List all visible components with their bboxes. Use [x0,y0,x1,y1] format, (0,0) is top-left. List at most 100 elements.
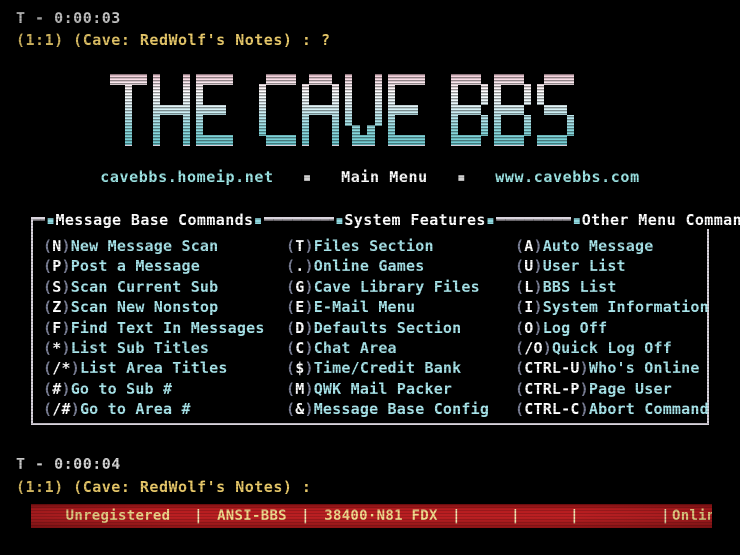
menu-key-paren-close: ) [579,400,589,419]
menu-item-label: System Information [542,298,709,317]
menu-item[interactable]: (/*)List Area Titles [43,358,286,378]
menu-item[interactable]: (Z)Scan New Nonstop [43,297,286,317]
menu-item-label: Scan Current Sub [70,277,219,296]
menu-key-paren-close: ) [533,277,543,296]
menu-item-label: Auto Message [542,237,654,255]
subtitle-bar: cavebbs.homeip.net ▪ Main Menu ▪ www.cav… [0,168,740,186]
status-cell: ANSI-BBS [217,508,287,524]
menu-item[interactable]: (O)Log Off [515,318,703,338]
menu-item[interactable]: (I)System Information [515,297,709,317]
menu-key-paren-close: ) [70,359,80,378]
menu-item[interactable]: (CTRL-U)Who's Online [515,358,703,378]
terminal-prompt-top: (1:1) (Cave: RedWolf's Notes) : ? [16,31,331,49]
menu-item[interactable]: (*)List Sub Titles [43,338,286,358]
logo-glyph [196,74,233,146]
menu-item[interactable]: (T)Files Section [286,236,515,256]
status-separator: | [301,508,310,524]
menu-item-label: Find Text In Messages [70,318,265,337]
menu-item-label: BBS List [542,277,617,296]
menu-item-label: Message Base Config [313,400,490,419]
status-separator: | [194,508,203,524]
separator-block-left: ▪ [302,168,313,186]
menu-item-label: New Message Scan [70,237,219,255]
menu-item[interactable]: ($)Time/Credit Bank [286,358,515,378]
menu-key-paren-close: ) [533,257,543,276]
menu-key-paren-close: ) [61,379,71,398]
menu-item[interactable]: (G)Cave Library Files [286,277,515,297]
menu-key-paren-close: ) [579,359,589,378]
menu-key-paren-close: ) [304,400,314,419]
menu-key-paren-close: ) [304,257,314,276]
header-system-features: ▪System Features▪ [333,211,497,229]
menu-key-paren-open: ( [515,277,525,296]
status-separator: | [511,508,520,524]
menu-columns: (N)New Message Scan (P)Post a Message (S)S… [43,236,709,420]
menu-item[interactable]: (#)Go to Sub # [43,379,286,399]
menu-item[interactable]: (P)Post a Message [43,256,286,276]
cavebbs-url: www.cavebbs.com [495,168,640,186]
menu-key-paren-close: ) [533,298,543,317]
terminal-status-bar: Unregistered | ANSI-BBS | 38400·N81 FDX | | | | O… [31,504,712,528]
menu-key-paren-close: ) [533,318,543,337]
menu-item-label: Cave Library Files [313,277,480,296]
menu-key-paren-close: ) [70,400,80,419]
logo-glyph [345,74,382,146]
menu-item[interactable]: (CTRL-C)Abort Command [515,399,709,419]
menu-key-paren-open: ( [515,400,525,419]
menu-item-label: Go to Area # [79,400,191,419]
menu-item-label: Files Section [313,237,434,255]
menu-item-label: List Sub Titles [70,339,210,358]
menu-item[interactable]: (E)E-Mail Menu [286,297,515,317]
online-time-indicator: Online 00:00 [672,508,712,524]
menu-item[interactable]: (/#)Go to Area # [43,399,286,419]
session-timer-bottom: T - 0:00:04 [16,455,121,473]
menu-key-paren-close: ) [304,379,314,398]
menu-item[interactable]: (F)Find Text In Messages [43,318,286,338]
menu-item[interactable]: (U)User List [515,256,703,276]
menu-key-paren-open: ( [43,339,53,358]
menu-item-hotkey: CTRL-C [524,400,580,419]
menu-item[interactable]: (/O)Quick Log Off [515,338,703,358]
menu-key-paren-close: ) [304,237,314,255]
menu-item-hotkey: CTRL-U [524,359,580,378]
logo-glyph [451,74,488,146]
menu-key-paren-open: ( [515,318,525,337]
menu-key-paren-close: ) [304,298,314,317]
menu-key-paren-open: ( [515,257,525,276]
status-cell: 38400·N81 FDX [324,508,438,524]
menu-item-label: Log Off [542,318,608,337]
menu-item[interactable]: (S)Scan Current Sub [43,277,286,297]
menu-item-label: List Area Titles [79,359,228,378]
header-other-menu: ▪Other Menu Commands▪ [571,211,740,229]
menu-item[interactable]: (N)New Message Scan [43,236,286,256]
menu-item[interactable]: (A)Auto Message [515,236,703,256]
main-menu-label: Main Menu [341,168,428,186]
menu-item-hotkey: /* [52,359,71,378]
menu-item[interactable]: (C)Chat Area [286,338,515,358]
separator-block-right: ▪ [456,168,467,186]
menu-item[interactable]: (M)QWK Mail Packer [286,379,515,399]
menu-item-label: QWK Mail Packer [313,379,453,398]
status-separator: | [661,508,670,524]
menu-item-label: Who's Online [588,359,700,378]
column-other-menu-commands: (A)Auto Message (U)User List (L)BBS List (I… [515,236,709,420]
menu-key-paren-open: ( [286,359,296,378]
menu-key-paren-close: ) [304,277,314,296]
menu-key-paren-open: ( [43,277,53,296]
column-system-features: (T)Files Section (.)Online Games (G)Cave L… [286,236,515,420]
menu-key-paren-close: ) [579,379,589,398]
menu-key-paren-close: ) [61,298,71,317]
menu-item[interactable]: (D)Defaults Section [286,318,515,338]
menu-item[interactable]: (CTRL-P)Page User [515,379,703,399]
menu-item[interactable]: (L)BBS List [515,277,703,297]
menu-key-paren-open: ( [515,379,525,398]
menu-key-paren-close: ) [304,318,314,337]
menu-item[interactable]: (.)Online Games [286,256,515,276]
logo-glyph [302,74,339,146]
menu-item[interactable]: (&)Message Base Config [286,399,515,419]
homeip-url: cavebbs.homeip.net [100,168,274,186]
status-separator: | [570,508,579,524]
menu-item-hotkey: CTRL-P [524,379,580,398]
menu-item-label: E-Mail Menu [313,298,416,317]
menu-key-paren-close: ) [61,318,71,337]
